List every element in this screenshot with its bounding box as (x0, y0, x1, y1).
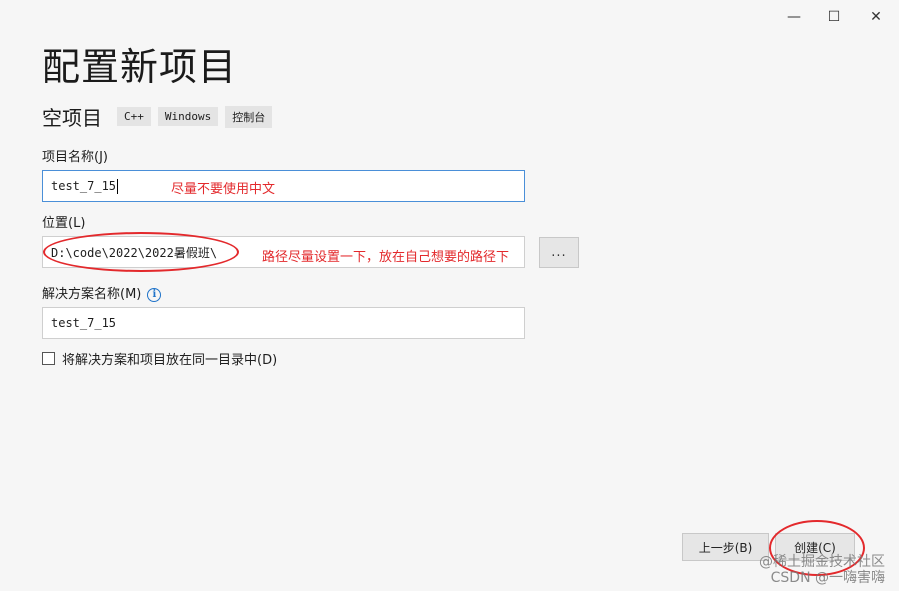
text-caret (117, 178, 119, 194)
solution-name-value: test_7_15 (51, 316, 117, 330)
solution-name-input[interactable]: test_7_15 (42, 307, 525, 339)
project-name-input[interactable]: test_7_15 (42, 170, 525, 202)
info-icon[interactable]: i (147, 287, 162, 302)
location-label: 位置(L) (42, 216, 86, 231)
project-name-value: test_7_15 (51, 179, 117, 193)
browse-button[interactable]: ... (539, 237, 579, 268)
tag-cpp: C++ (117, 107, 151, 126)
same-directory-label: 将解决方案和项目放在同一目录中(D) (62, 353, 278, 368)
solution-name-label-row: 解决方案名称(M) i (42, 283, 162, 302)
tag-windows: Windows (157, 107, 219, 126)
tag-console: 控制台 (225, 105, 273, 128)
minimize-button[interactable]: — (779, 6, 809, 28)
project-name-annotation: 尽量不要使用中文 (171, 182, 276, 197)
location-value: D:\code\2022\2022暑假班\ (51, 245, 218, 260)
location-annotation: 路径尽量设置一下，放在自己想要的路径下 (262, 246, 510, 265)
same-directory-checkbox[interactable] (42, 352, 55, 365)
project-type-row: 空项目 C++ Windows 控制台 (42, 102, 273, 131)
maximize-button[interactable]: ☐ (819, 6, 849, 28)
solution-name-label: 解决方案名称(M) (42, 287, 142, 302)
project-type-name: 空项目 (42, 106, 102, 130)
back-button[interactable]: 上一步(B) (682, 533, 769, 561)
project-name-label: 项目名称(J) (42, 150, 108, 165)
page-title: 配置新项目 (42, 45, 238, 89)
same-directory-option[interactable]: 将解决方案和项目放在同一目录中(D) (42, 349, 277, 368)
close-button[interactable]: ✕ (861, 6, 891, 28)
watermark-line2: CSDN @一嗨害嗨 (770, 570, 885, 586)
